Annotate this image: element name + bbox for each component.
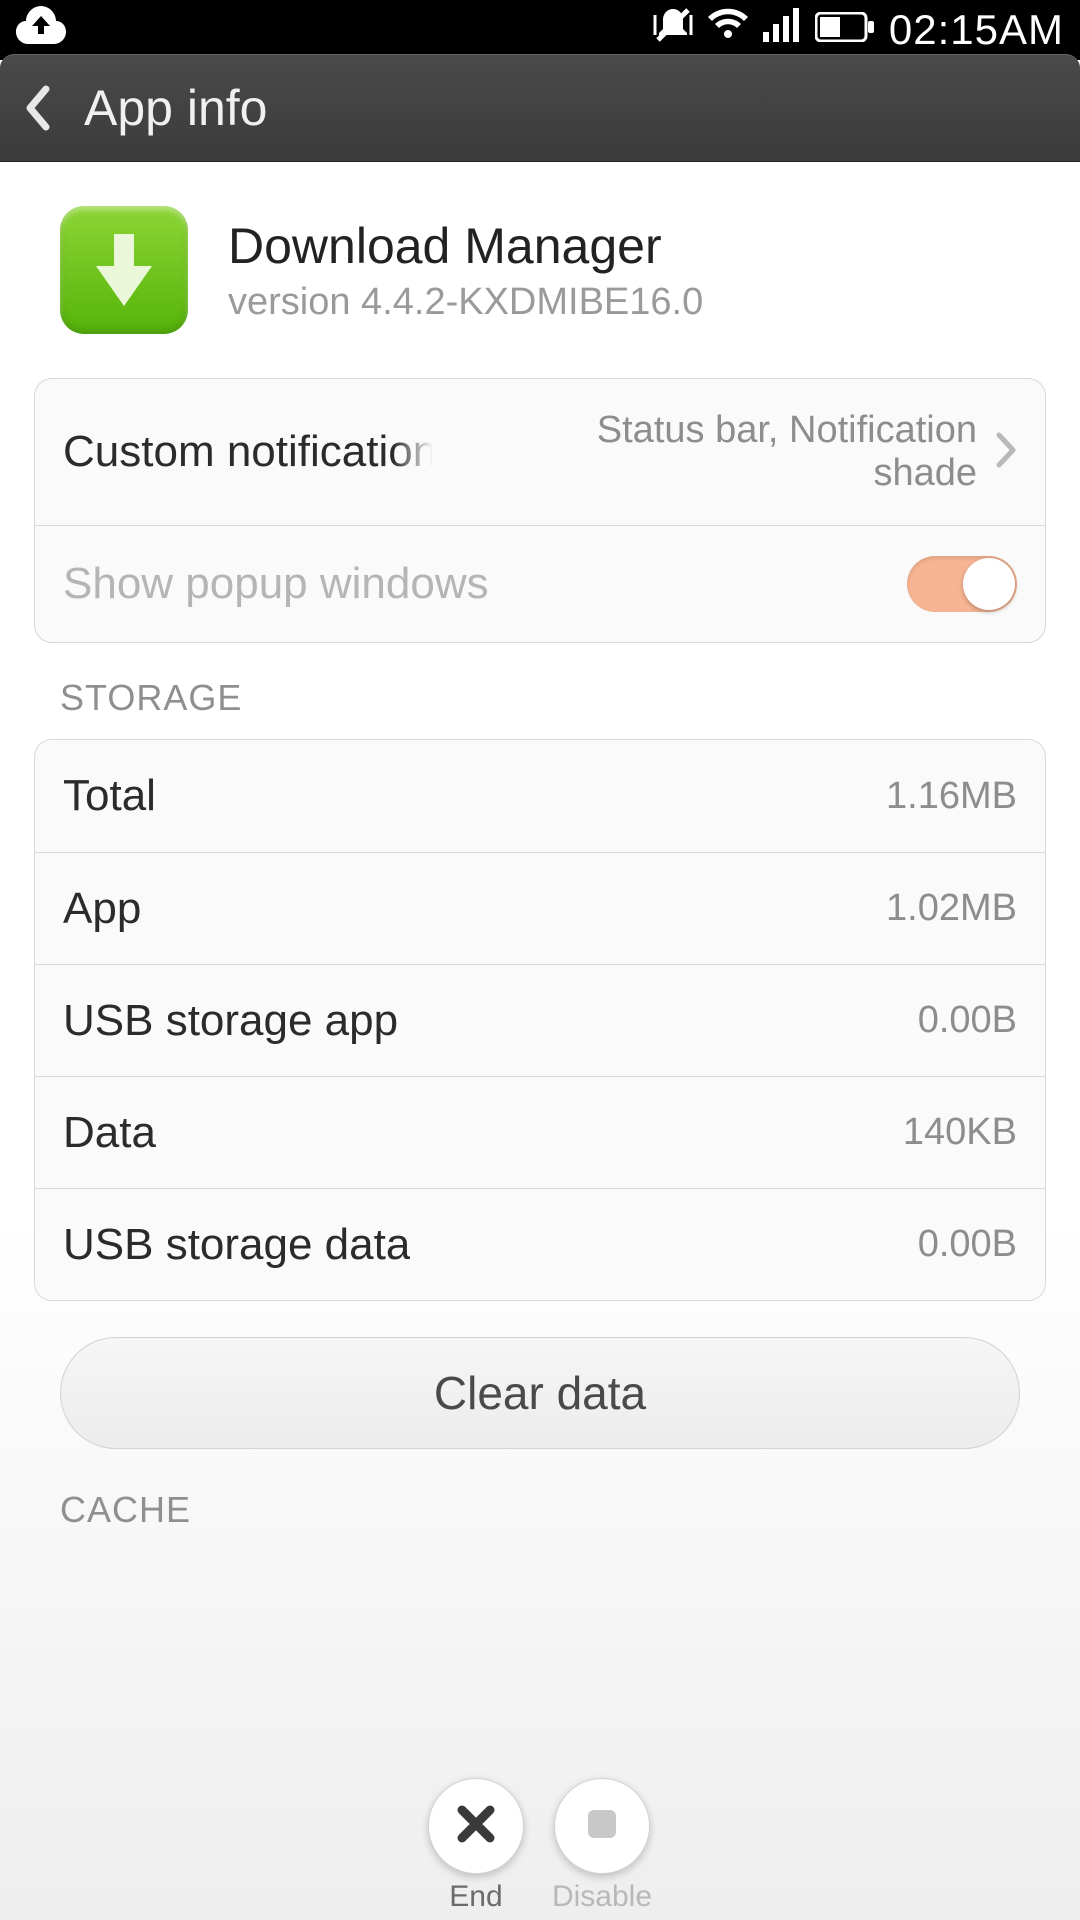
signal-icon [763, 8, 801, 52]
cloud-upload-icon [16, 6, 66, 54]
custom-notifications-value: Status bar, Notification shade [547, 409, 977, 495]
disable-button[interactable]: Disable [552, 1778, 652, 1914]
content: Download Manager version 4.4.2-KXDMIBE16… [0, 162, 1080, 1920]
chevron-right-icon [995, 431, 1017, 474]
storage-card: Total 1.16MB App 1.02MB USB storage app … [34, 739, 1046, 1301]
storage-row-total: Total 1.16MB [35, 740, 1045, 852]
end-button[interactable]: End [428, 1778, 524, 1914]
header-bar: App info [0, 54, 1080, 162]
storage-row-label: App [63, 884, 141, 934]
storage-row-value: 0.00B [918, 999, 1017, 1042]
close-icon [454, 1802, 498, 1851]
settings-card: Custom notifications Status bar, Notific… [34, 378, 1046, 643]
storage-row-value: 1.16MB [886, 775, 1017, 818]
status-bar: 02:15AM [0, 0, 1080, 60]
show-popup-windows-row[interactable]: Show popup windows [35, 525, 1045, 642]
show-popup-windows-toggle[interactable] [907, 556, 1017, 612]
storage-row-app: App 1.02MB [35, 852, 1045, 964]
storage-row-label: Total [63, 771, 156, 821]
app-version: version 4.4.2-KXDMIBE16.0 [228, 281, 703, 324]
disable-label: Disable [552, 1880, 652, 1914]
cache-section-title: CACHE [60, 1489, 1020, 1531]
clear-data-label: Clear data [434, 1366, 646, 1420]
page-title: App info [84, 79, 267, 137]
storage-row-label: USB storage data [63, 1220, 410, 1270]
stop-icon [582, 1804, 622, 1849]
action-dock: End Disable [0, 1778, 1080, 1920]
vibrate-off-icon [653, 5, 693, 55]
storage-row-data: Data 140KB [35, 1076, 1045, 1188]
end-label: End [449, 1880, 502, 1914]
storage-row-label: Data [63, 1108, 156, 1158]
storage-row-value: 140KB [903, 1111, 1017, 1154]
app-header: Download Manager version 4.4.2-KXDMIBE16… [0, 162, 1080, 378]
show-popup-windows-label: Show popup windows [63, 559, 489, 609]
storage-section-title: STORAGE [60, 677, 1020, 719]
storage-row-label: USB storage app [63, 996, 398, 1046]
battery-icon [815, 9, 875, 52]
download-manager-app-icon [60, 206, 188, 334]
custom-notifications-row[interactable]: Custom notifications Status bar, Notific… [35, 379, 1045, 525]
storage-row-value: 1.02MB [886, 887, 1017, 930]
clear-data-button[interactable]: Clear data [60, 1337, 1020, 1449]
wifi-icon [707, 8, 749, 52]
storage-row-usb-app: USB storage app 0.00B [35, 964, 1045, 1076]
app-name: Download Manager [228, 217, 703, 275]
status-time: 02:15AM [889, 6, 1064, 54]
storage-row-usb-data: USB storage data 0.00B [35, 1188, 1045, 1300]
storage-row-value: 0.00B [918, 1223, 1017, 1266]
back-icon[interactable] [24, 81, 60, 135]
custom-notifications-label: Custom notifications [63, 427, 433, 477]
